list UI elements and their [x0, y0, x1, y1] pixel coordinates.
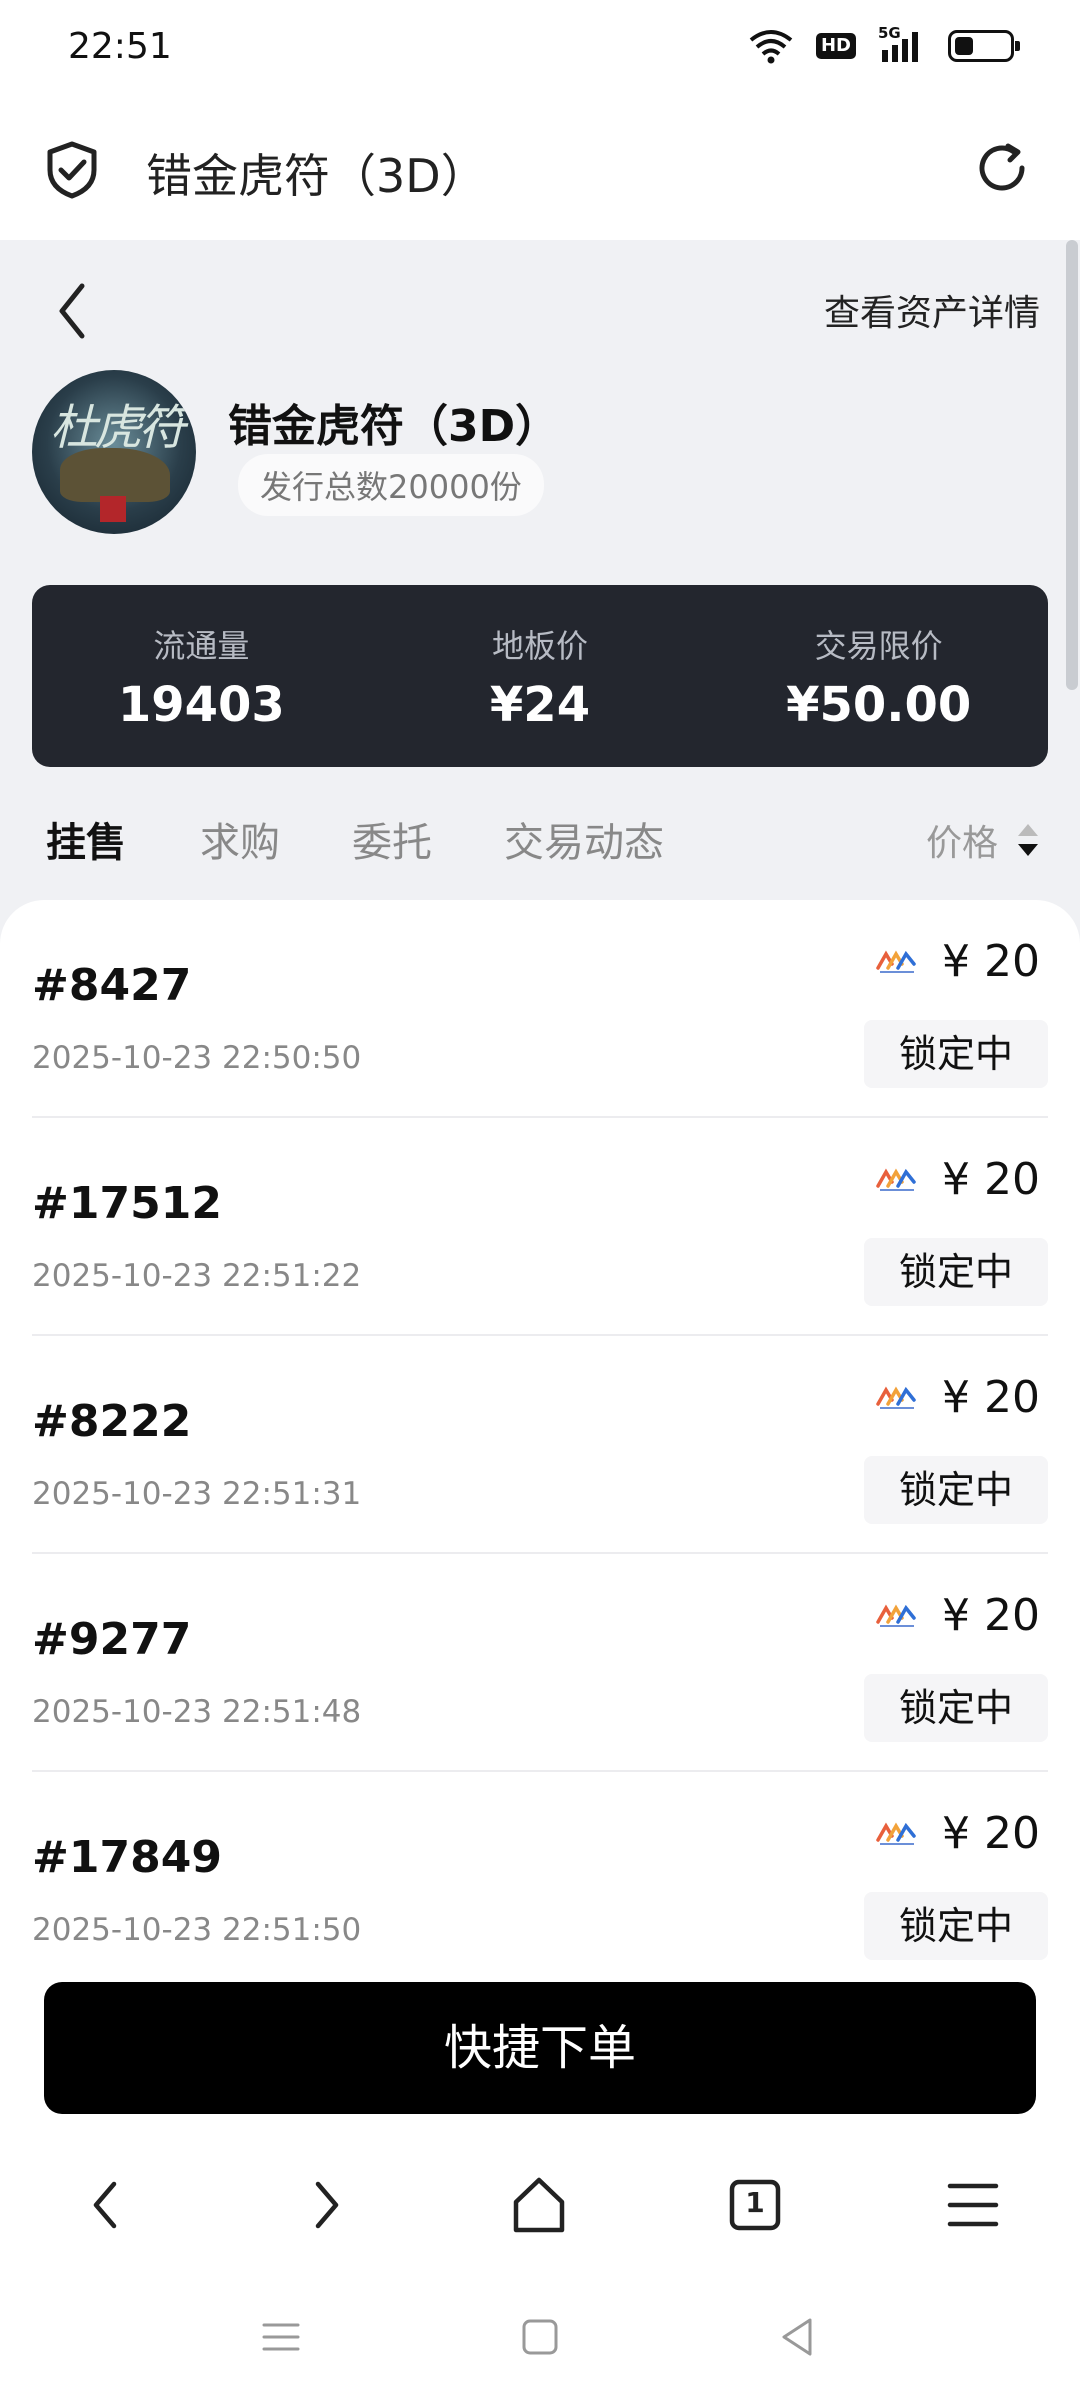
signal-icon: 5G — [878, 24, 926, 64]
locked-status-button[interactable]: 锁定中 — [864, 1674, 1048, 1742]
chain-logo-icon — [876, 1386, 916, 1409]
stat-price-limit: 交易限价 ¥50.00 — [709, 585, 1048, 767]
collection-avatar: 杜虎符 — [32, 370, 196, 534]
page-content: 查看资产详情 杜虎符 错金虎符（3D） 发行总数20000份 流通量 19403… — [0, 240, 1080, 1980]
listing-row[interactable]: #17849 2025-10-23 22:51:50 ¥ 20 锁定中 — [32, 1772, 1048, 1980]
listing-row[interactable]: #17512 2025-10-23 22:51:22 ¥ 20 锁定中 — [32, 1118, 1048, 1336]
tab-buy-requests[interactable]: 求购 — [200, 810, 280, 868]
listing-time: 2025-10-23 22:51:50 — [32, 1912, 362, 1948]
listing-id: #9277 — [32, 1614, 192, 1665]
status-icons: HD 5G — [748, 24, 1020, 64]
collection-name: 错金虎符（3D） — [228, 401, 560, 452]
stat-label: 地板价 — [492, 627, 589, 665]
browser-back-icon[interactable] — [72, 2170, 142, 2240]
stat-value: ¥50.00 — [786, 677, 972, 733]
listing-time: 2025-10-23 22:51:48 — [32, 1694, 362, 1730]
listing-time: 2025-10-23 22:50:50 — [32, 1040, 362, 1076]
menu-icon[interactable] — [938, 2170, 1008, 2240]
listing-price: ¥ 20 — [942, 1590, 1040, 1641]
tab-for-sale[interactable]: 挂售 — [46, 810, 126, 868]
chain-logo-icon — [876, 950, 916, 973]
status-bar: 22:51 HD 5G — [0, 0, 1080, 100]
stat-value: 19403 — [117, 677, 285, 733]
locked-status-button[interactable]: 锁定中 — [864, 1892, 1048, 1960]
sort-label: 价格 — [925, 823, 998, 864]
system-back-icon[interactable] — [772, 2312, 822, 2362]
listing-id: #17512 — [32, 1178, 222, 1229]
tab-trade-activity[interactable]: 交易动态 — [504, 810, 664, 868]
stat-floor-price: 地板价 ¥24 — [371, 585, 710, 767]
browser-title: 错金虎符（3D） — [146, 149, 487, 203]
locked-status-button[interactable]: 锁定中 — [864, 1238, 1048, 1306]
refresh-icon[interactable] — [972, 138, 1032, 198]
tab-count: 1 — [745, 2186, 765, 2219]
browser-forward-icon[interactable] — [290, 2170, 360, 2240]
asset-details-link[interactable]: 查看资产详情 — [824, 284, 1040, 336]
browser-header: 错金虎符（3D） — [0, 100, 1080, 240]
listing-id: #8427 — [32, 960, 192, 1011]
listing-row[interactable]: #8427 2025-10-23 22:50:50 ¥ 20 锁定中 — [32, 900, 1048, 1118]
avatar-text: 杜虎符 — [50, 400, 186, 456]
tabs-count-button[interactable]: 1 — [720, 2170, 790, 2240]
chain-logo-icon — [876, 1822, 916, 1845]
listing-price: ¥ 20 — [942, 1808, 1040, 1859]
stats-card: 流通量 19403 地板价 ¥24 交易限价 ¥50.00 — [32, 585, 1048, 767]
listing-price: ¥ 20 — [942, 1154, 1040, 1205]
listing-price: ¥ 20 — [942, 1372, 1040, 1423]
browser-toolbar: 1 — [0, 2140, 1080, 2270]
stat-label: 交易限价 — [814, 627, 943, 665]
quick-order-button[interactable]: 快捷下单 — [44, 1982, 1036, 2114]
stat-circulation: 流通量 19403 — [32, 585, 371, 767]
listing-list: #8427 2025-10-23 22:50:50 ¥ 20 锁定中 #17512 202… — [0, 900, 1080, 1980]
listing-price: ¥ 20 — [942, 936, 1040, 987]
shield-check-icon[interactable] — [44, 140, 100, 200]
locked-status-button[interactable]: 锁定中 — [864, 1456, 1048, 1524]
supply-badge: 发行总数20000份 — [238, 454, 544, 516]
stat-value: ¥24 — [489, 677, 591, 733]
listing-id: #8222 — [32, 1396, 192, 1447]
listing-row[interactable]: #8222 2025-10-23 22:51:31 ¥ 20 锁定中 — [32, 1336, 1048, 1554]
status-time: 22:51 — [68, 26, 172, 67]
hd-badge: HD — [815, 33, 856, 59]
listing-tabs: 挂售 求购 委托 交易动态 价格 — [46, 810, 1046, 870]
listing-id: #17849 — [32, 1832, 222, 1883]
back-button[interactable] — [48, 276, 98, 346]
sort-arrows-icon — [1018, 824, 1038, 856]
system-home-icon[interactable] — [515, 2312, 565, 2362]
chain-logo-icon — [876, 1604, 916, 1627]
recent-apps-icon[interactable] — [256, 2312, 306, 2362]
locked-status-button[interactable]: 锁定中 — [864, 1020, 1048, 1088]
stat-label: 流通量 — [153, 627, 250, 665]
listing-row[interactable]: #9277 2025-10-23 22:51:48 ¥ 20 锁定中 — [32, 1554, 1048, 1772]
sort-by-price[interactable]: 价格 — [916, 810, 1046, 870]
chain-logo-icon — [876, 1168, 916, 1191]
system-navigation — [0, 2280, 1080, 2408]
listing-time: 2025-10-23 22:51:22 — [32, 1258, 362, 1294]
scrollbar[interactable] — [1066, 240, 1078, 690]
tab-orders[interactable]: 委托 — [352, 810, 432, 868]
battery-icon — [948, 30, 1020, 62]
wifi-icon — [749, 30, 793, 64]
listing-time: 2025-10-23 22:51:31 — [32, 1476, 362, 1512]
battery-level — [955, 37, 973, 55]
seal-icon — [100, 496, 126, 522]
home-icon[interactable] — [504, 2170, 574, 2240]
